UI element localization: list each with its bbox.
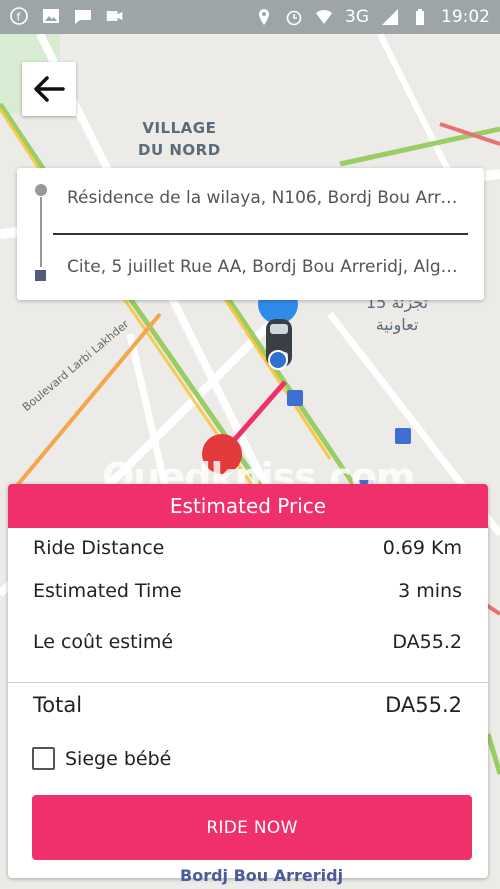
pickup-address[interactable]: Résidence de la wilaya, N106, Bordj Bou … — [67, 188, 464, 208]
video-icon — [106, 11, 123, 21]
alarm-icon — [286, 10, 302, 26]
baby-seat-checkbox[interactable] — [32, 747, 55, 770]
dropoff-address[interactable]: Cite, 5 juillet Rue AA, Bordj Bou Arreri… — [67, 257, 464, 277]
svg-text:f: f — [17, 11, 22, 24]
estimated-time-label: Estimated Time — [33, 580, 182, 602]
estimated-cost-label: Le coût estimé — [33, 631, 174, 653]
ride-distance-value: 0.69 Km — [382, 537, 462, 559]
estimated-time-row: Estimated Time 3 mins — [33, 580, 462, 602]
dropoff-square-icon — [35, 270, 46, 281]
facebook-icon: f — [10, 7, 28, 25]
message-icon — [75, 10, 91, 24]
total-value: DA55.2 — [385, 693, 462, 717]
bottom-place-label: Bordj Bou Arreridj — [180, 866, 344, 885]
pickup-dot-icon — [35, 184, 47, 196]
back-button[interactable] — [22, 62, 76, 116]
location-icon — [259, 9, 269, 25]
baby-seat-option[interactable]: Siege bébé — [32, 747, 171, 770]
ride-distance-label: Ride Distance — [33, 537, 165, 559]
map-place-label: VILLAGE DU NORD — [138, 119, 221, 159]
arrow-left-icon — [34, 76, 65, 102]
clock: 19:02 — [441, 7, 490, 27]
baby-seat-label: Siege bébé — [65, 747, 172, 770]
price-panel-title: Estimated Price — [8, 484, 488, 528]
battery-icon — [416, 9, 424, 25]
estimated-cost-value: DA55.2 — [392, 631, 462, 653]
total-divider — [8, 682, 488, 683]
total-label: Total — [33, 693, 83, 717]
ride-now-button[interactable]: RIDE NOW — [32, 795, 472, 860]
wifi-icon — [316, 9, 332, 24]
network-type: 3G — [345, 7, 369, 27]
route-card: Résidence de la wilaya, N106, Bordj Bou … — [17, 168, 484, 300]
address-divider — [53, 233, 468, 235]
estimated-cost-row: Le coût estimé DA55.2 — [33, 631, 462, 653]
status-bar: f 3G 19:02 — [0, 0, 500, 34]
ride-distance-row: Ride Distance 0.69 Km — [33, 537, 462, 559]
route-connector — [40, 197, 42, 267]
gallery-icon — [43, 9, 59, 23]
total-row: Total DA55.2 — [33, 693, 462, 717]
estimated-price-panel: Estimated Price Ride Distance 0.69 Km Es… — [8, 484, 488, 878]
signal-icon — [382, 9, 398, 25]
estimated-time-value: 3 mins — [398, 580, 462, 602]
